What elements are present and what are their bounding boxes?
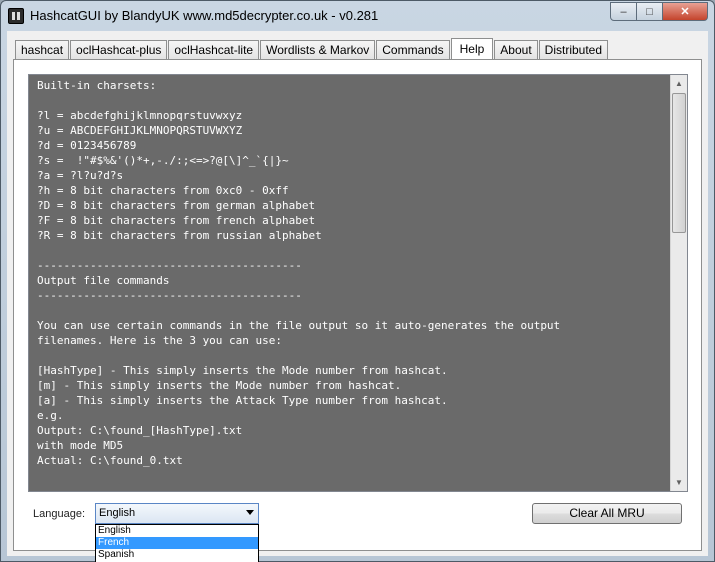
tab-hashcat[interactable]: hashcat: [15, 40, 70, 59]
app-window: HashcatGUI by BlandyUK www.md5decrypter.…: [0, 0, 715, 562]
language-selected-value: English: [99, 507, 136, 519]
close-button[interactable]: ✕: [663, 2, 708, 21]
window-title: HashcatGUI by BlandyUK www.md5decrypter.…: [30, 8, 379, 23]
language-option-french[interactable]: French: [96, 537, 258, 549]
minimize-button[interactable]: –: [610, 2, 637, 21]
help-text-content[interactable]: Built-in charsets: ?l = abcdefghijklmnop…: [29, 75, 671, 491]
tab-strip: hashcat oclHashcat-plus oclHashcat-lite …: [15, 37, 609, 60]
window-controls: – □ ✕: [610, 2, 708, 21]
close-icon: ✕: [680, 6, 690, 18]
help-scrollbar[interactable]: ▲ ▼: [670, 75, 687, 491]
maximize-button[interactable]: □: [637, 2, 663, 21]
tab-commands[interactable]: Commands: [376, 40, 450, 59]
clear-all-mru-button[interactable]: Clear All MRU: [532, 503, 682, 524]
scroll-up-arrow-icon[interactable]: ▲: [671, 75, 687, 92]
chevron-down-icon[interactable]: [246, 510, 254, 515]
minimize-icon: –: [620, 5, 627, 18]
language-dropdown-list: English French Spanish: [95, 524, 259, 562]
maximize-icon: □: [646, 5, 653, 18]
tab-about[interactable]: About: [494, 40, 538, 59]
language-select[interactable]: English: [95, 503, 259, 524]
client-area: hashcat oclHashcat-plus oclHashcat-lite …: [7, 31, 708, 562]
scroll-down-arrow-icon[interactable]: ▼: [671, 474, 687, 491]
hashcat-app-icon[interactable]: [8, 8, 24, 24]
scroll-thumb[interactable]: [672, 93, 686, 233]
help-textbox[interactable]: Built-in charsets: ?l = abcdefghijklmnop…: [28, 74, 688, 492]
tab-distributed[interactable]: Distributed: [538, 40, 609, 59]
tab-oclhashcat-lite[interactable]: oclHashcat-lite: [168, 40, 260, 59]
language-option-english[interactable]: English: [96, 525, 258, 537]
title-bar[interactable]: HashcatGUI by BlandyUK www.md5decrypter.…: [1, 1, 714, 31]
language-label: Language:: [33, 508, 85, 520]
tab-help[interactable]: Help: [450, 38, 494, 60]
language-option-spanish[interactable]: Spanish: [96, 549, 258, 561]
tab-oclhashcat-plus[interactable]: oclHashcat-plus: [70, 40, 168, 59]
tab-wordlists-markov[interactable]: Wordlists & Markov: [260, 40, 376, 59]
